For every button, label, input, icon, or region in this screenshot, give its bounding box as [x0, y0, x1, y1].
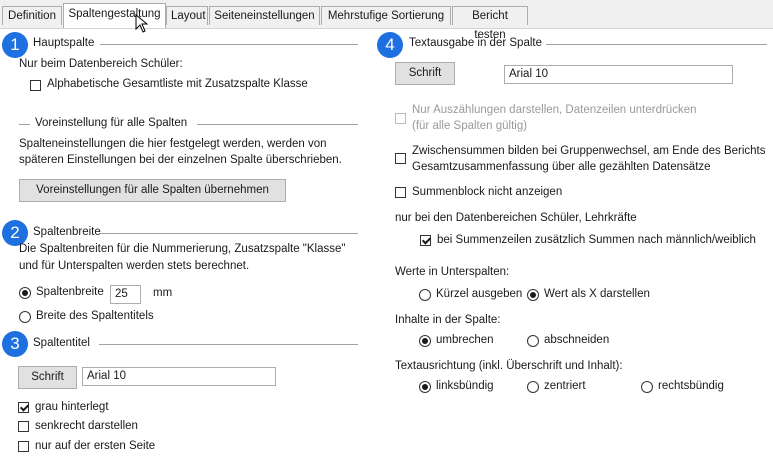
- divider: [19, 124, 30, 125]
- tab-bericht-testen[interactable]: Bericht testen: [452, 6, 528, 41]
- section-title-textausgabe: Textausgabe in der Spalte: [409, 37, 542, 49]
- counts-only-checkbox[interactable]: [395, 113, 406, 124]
- content-label: Inhalte in der Spalte:: [395, 314, 501, 326]
- divider: [100, 44, 358, 45]
- value-as-x-radio[interactable]: [527, 289, 539, 301]
- align-left-label: linksbündig: [436, 380, 494, 392]
- vertical-text-label: senkrecht darstellen: [35, 420, 138, 432]
- tab-mehrstufige-sortierung[interactable]: Mehrstufige Sortierung: [321, 6, 451, 25]
- title-width-label: Breite des Spaltentitels: [36, 310, 154, 322]
- title-font-field: Arial 10: [82, 367, 276, 386]
- apply-defaults-button[interactable]: Voreinstellungen für alle Spalten überne…: [19, 179, 286, 202]
- wrap-label: umbrechen: [436, 334, 494, 346]
- cut-label: abschneiden: [544, 334, 610, 346]
- align-right-label: rechtsbündig: [658, 380, 724, 392]
- wrap-radio[interactable]: [419, 335, 431, 347]
- hide-sumblock-label: Summenblock nicht anzeigen: [412, 186, 563, 198]
- hide-sumblock-checkbox[interactable]: [395, 187, 406, 198]
- gray-background-label: grau hinterlegt: [35, 401, 109, 413]
- sub-values-label: Werte in Unterspalten:: [395, 266, 510, 278]
- column-width-radio[interactable]: [19, 287, 31, 299]
- title-font-button[interactable]: Schrift: [18, 366, 77, 389]
- section-title-spaltentitel: Spaltentitel: [33, 337, 90, 349]
- counts-only-label-line2: (für alle Spalten gültig): [412, 120, 528, 132]
- mouse-cursor-icon: [135, 14, 149, 33]
- divider: [197, 124, 358, 125]
- cut-radio[interactable]: [527, 335, 539, 347]
- counts-only-label-line1: Nur Auszählungen darstellen, Datenzeilen…: [412, 104, 697, 116]
- title-width-radio[interactable]: [19, 311, 31, 323]
- hauptspalte-intro: Nur beim Datenbereich Schüler:: [19, 58, 183, 70]
- gender-sums-checkbox[interactable]: [420, 235, 431, 246]
- defaults-text-line1: Spalteneinstellungen die hier festgelegt…: [19, 138, 327, 150]
- column-width-unit: mm: [153, 287, 173, 299]
- gender-sums-label: bei Summenzeilen zusätzlich Summen nach …: [437, 234, 756, 246]
- width-text-line1: Die Spaltenbreiten für die Nummerierung,…: [19, 243, 346, 255]
- defaults-text-line2: späteren Einstellungen bei der einzelnen…: [19, 154, 342, 166]
- alphabetical-list-label: Alphabetische Gesamtliste mit Zusatzspal…: [47, 78, 308, 90]
- value-as-x-label: Wert als X darstellen: [544, 288, 650, 300]
- align-left-radio[interactable]: [419, 381, 431, 393]
- tab-bar: Definition Spaltengestaltung Layout Seit…: [0, 0, 773, 41]
- tab-seiteneinstellungen[interactable]: Seiteneinstellungen: [209, 6, 320, 25]
- align-right-radio[interactable]: [641, 381, 653, 393]
- section-title-spaltenbreite: Spaltenbreite: [33, 226, 101, 238]
- subtotals-checkbox[interactable]: [395, 153, 406, 164]
- section-badge-4: 4: [377, 32, 403, 58]
- tab-layout[interactable]: Layout: [166, 6, 208, 25]
- divider: [99, 344, 358, 345]
- vertical-text-checkbox[interactable]: [18, 421, 29, 432]
- text-font-button[interactable]: Schrift: [395, 62, 455, 85]
- tab-definition[interactable]: Definition: [2, 6, 62, 25]
- subtotals-label-line1: Zwischensummen bilden bei Gruppenwechsel…: [412, 145, 766, 157]
- section-badge-1: 1: [2, 32, 28, 58]
- section-title-hauptspalte: Hauptspalte: [33, 37, 95, 49]
- column-width-label: Spaltenbreite: [36, 286, 104, 298]
- short-code-label: Kürzel ausgeben: [436, 288, 523, 300]
- subtotals-label-line2: Gesamtzusammenfassung über alle gezählte…: [412, 161, 711, 173]
- short-code-radio[interactable]: [419, 289, 431, 301]
- section-badge-3: 3: [2, 331, 28, 357]
- align-center-label: zentriert: [544, 380, 586, 392]
- align-center-radio[interactable]: [527, 381, 539, 393]
- alphabetical-list-checkbox[interactable]: [30, 80, 41, 91]
- first-page-only-checkbox[interactable]: [18, 441, 29, 452]
- only-for-label: nur bei den Datenbereichen Schüler, Lehr…: [395, 212, 637, 224]
- column-width-input[interactable]: 25: [110, 285, 141, 304]
- width-text-line2: und für Unterspalten werden stets berech…: [19, 260, 250, 272]
- first-page-only-label: nur auf der ersten Seite: [35, 440, 156, 452]
- text-font-field: Arial 10: [504, 65, 733, 84]
- gray-background-checkbox[interactable]: [18, 402, 29, 413]
- divider: [100, 233, 358, 234]
- divider: [546, 44, 767, 45]
- defaults-title: Voreinstellung für alle Spalten: [35, 117, 188, 129]
- align-label: Textausrichtung (inkl. Überschrift und I…: [395, 360, 623, 372]
